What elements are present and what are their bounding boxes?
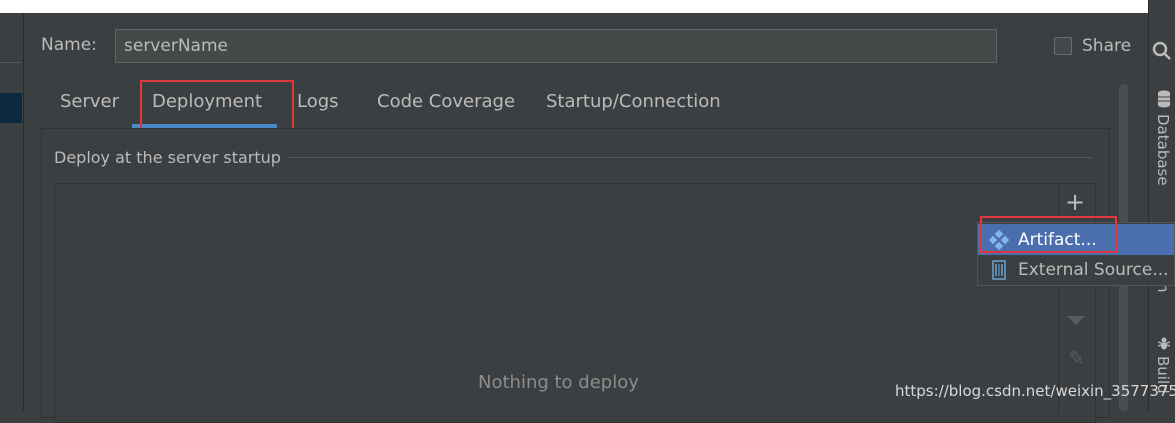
- section-divider: [288, 157, 1092, 158]
- name-input[interactable]: [115, 29, 997, 63]
- left-tree-selected-item[interactable]: [0, 93, 22, 123]
- tab-startup-connection[interactable]: Startup/Connection: [546, 91, 721, 112]
- share-label[interactable]: Share: [1082, 36, 1131, 56]
- watermark-text: https://blog.csdn.net/weixin_35773751: [895, 382, 1175, 400]
- tab-server[interactable]: Server: [60, 91, 119, 112]
- left-panel-divider: [0, 62, 22, 63]
- database-icon: [1157, 90, 1171, 112]
- tab-code-coverage[interactable]: Code Coverage: [377, 91, 515, 112]
- external-source-icon: [988, 259, 1010, 281]
- share-option[interactable]: Share: [1054, 36, 1131, 56]
- add-button[interactable]: +: [1065, 188, 1085, 216]
- top-strip: [0, 0, 1148, 13]
- section-title: Deploy at the server startup: [54, 148, 281, 167]
- left-tree-panel[interactable]: [0, 13, 24, 411]
- ant-icon: [1156, 335, 1172, 355]
- name-label: Name:: [41, 35, 97, 55]
- move-down-icon[interactable]: [1067, 316, 1085, 325]
- empty-list-text: Nothing to deploy: [478, 372, 639, 393]
- share-checkbox[interactable]: [1054, 37, 1072, 55]
- edit-icon[interactable]: ✎: [1068, 346, 1085, 370]
- search-icon[interactable]: [1151, 40, 1173, 66]
- menu-item-external-source-label: External Source...: [1018, 259, 1169, 280]
- menu-item-external-source[interactable]: External Source...: [978, 254, 1174, 285]
- deployment-tab-highlight: [140, 80, 294, 131]
- tab-logs[interactable]: Logs: [297, 91, 339, 112]
- tab-database[interactable]: Database: [1154, 114, 1172, 186]
- artifact-item-highlight: [980, 216, 1117, 253]
